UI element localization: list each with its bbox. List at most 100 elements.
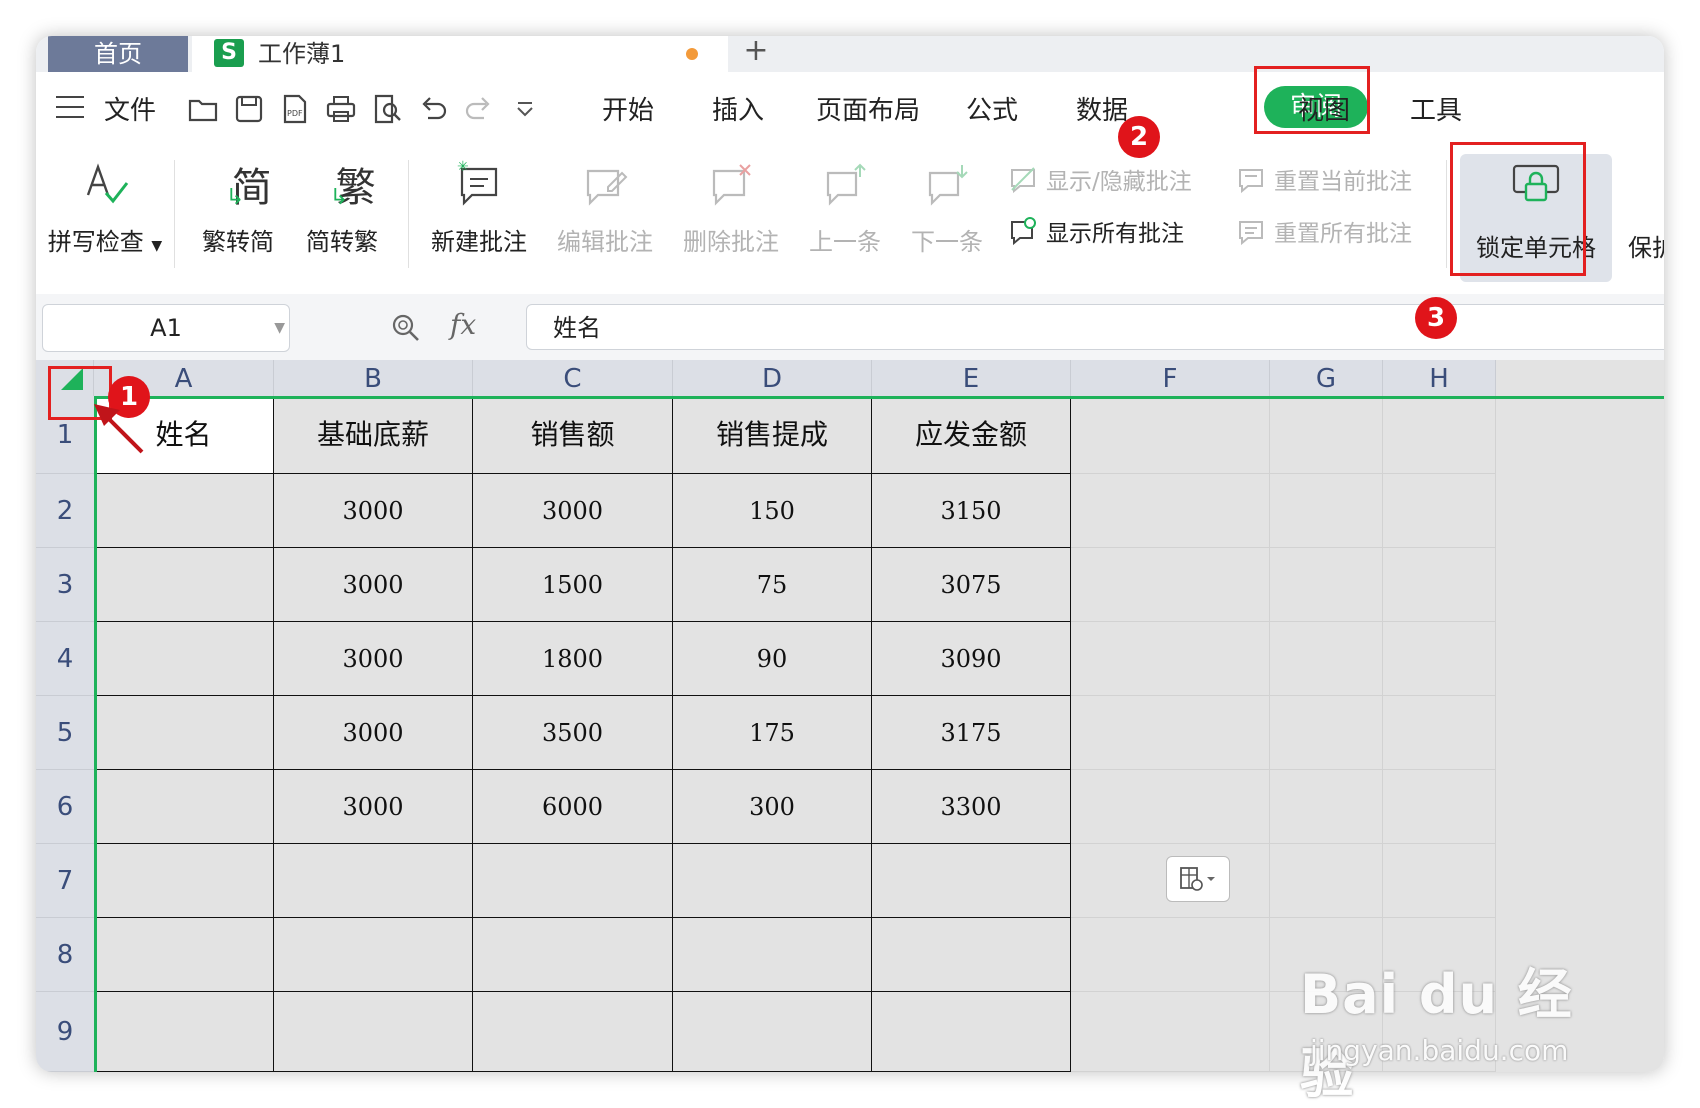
table-cell[interactable] [1270,548,1383,622]
table-cell[interactable]: 6000 [473,770,673,844]
new-tab-button[interactable]: + [736,36,776,72]
formula-input[interactable]: 姓名 [526,304,1664,350]
table-cell[interactable] [1071,770,1270,844]
redo-icon[interactable] [462,92,496,126]
row-header-6[interactable]: 6 [36,770,94,844]
row-header-2[interactable]: 2 [36,474,94,548]
table-cell[interactable] [1071,396,1270,474]
export-pdf-icon[interactable]: PDF [278,92,312,126]
table-cell[interactable] [1071,474,1270,548]
table-header-cell[interactable]: 应发金额 [872,396,1071,474]
table-cell[interactable] [1071,918,1270,992]
menu-tools[interactable]: 工具 [1410,90,1462,127]
name-box[interactable]: A1 ▼ [42,304,290,352]
column-header-b[interactable]: B [274,360,473,396]
table-cell[interactable] [1383,474,1496,548]
row-header-8[interactable]: 8 [36,918,94,992]
table-header-cell[interactable]: 销售额 [473,396,673,474]
table-cell[interactable] [94,918,274,992]
table-cell[interactable]: 150 [673,474,872,548]
row-header-3[interactable]: 3 [36,548,94,622]
save-icon[interactable] [232,92,266,126]
row-header-5[interactable]: 5 [36,696,94,770]
table-cell[interactable]: 1500 [473,548,673,622]
table-cell[interactable]: 3075 [872,548,1071,622]
table-cell[interactable] [872,844,1071,918]
table-cell[interactable] [94,770,274,844]
column-header-c[interactable]: C [473,360,673,396]
column-header-d[interactable]: D [673,360,872,396]
tab-document[interactable]: S 工作薄1 [192,36,728,72]
zoom-lookup-icon[interactable] [390,312,422,348]
insert-function-button[interactable]: fx [450,308,476,341]
row-header-9[interactable]: 9 [36,992,94,1072]
table-cell[interactable] [94,992,274,1072]
quick-access-dropdown-icon[interactable] [508,92,542,126]
table-cell[interactable]: 300 [673,770,872,844]
table-cell[interactable] [473,992,673,1072]
menu-page-layout[interactable]: 页面布局 [816,90,920,127]
table-cell[interactable]: 3000 [473,474,673,548]
name-box-dropdown-icon[interactable]: ▼ [274,305,285,351]
trad-to-simp-button[interactable]: 简 ↳ 繁转简 [188,154,288,257]
table-cell[interactable] [274,844,473,918]
table-cell[interactable] [1270,622,1383,696]
spell-check-button[interactable]: 拼写检查 ▼ [46,154,164,257]
print-icon[interactable] [324,92,358,126]
table-cell[interactable] [1071,992,1270,1072]
menu-formulas[interactable]: 公式 [966,90,1018,127]
undo-icon[interactable] [416,92,450,126]
column-header-h[interactable]: H [1383,360,1496,396]
show-hide-comment-button[interactable]: 显示/隐藏批注 [1008,162,1192,196]
table-cell[interactable]: 3000 [274,474,473,548]
reset-current-comment-button[interactable]: 重置当前批注 [1236,162,1412,196]
next-comment-button[interactable]: 下一条 [900,154,994,257]
table-cell[interactable] [1383,622,1496,696]
table-cell[interactable]: 175 [673,696,872,770]
column-header-e[interactable]: E [872,360,1071,396]
table-cell[interactable]: 1800 [473,622,673,696]
table-cell[interactable]: 3175 [872,696,1071,770]
table-cell[interactable] [1383,696,1496,770]
column-header-f[interactable]: F [1071,360,1270,396]
table-header-cell[interactable]: 基础底薪 [274,396,473,474]
reset-all-comments-button[interactable]: 重置所有批注 [1236,214,1412,248]
show-all-comments-button[interactable]: 显示所有批注 [1008,214,1184,248]
table-cell[interactable]: 3300 [872,770,1071,844]
table-cell[interactable] [1270,770,1383,844]
table-cell[interactable] [94,622,274,696]
table-cell[interactable] [473,918,673,992]
print-preview-icon[interactable] [370,92,404,126]
table-cell[interactable] [94,548,274,622]
protect-button[interactable]: 保护 [1628,228,1664,263]
row-header-4[interactable]: 4 [36,622,94,696]
table-cell[interactable]: 75 [673,548,872,622]
open-folder-icon[interactable] [186,92,220,126]
spell-check-dropdown-icon[interactable]: ▼ [151,238,162,254]
table-cell[interactable] [1071,696,1270,770]
new-comment-button[interactable]: ✳ 新建批注 [420,154,538,257]
menu-data[interactable]: 数据 [1076,90,1128,127]
table-cell[interactable]: 3000 [274,696,473,770]
table-cell[interactable] [1270,474,1383,548]
table-cell[interactable] [1383,396,1496,474]
prev-comment-button[interactable]: 上一条 [798,154,892,257]
table-cell[interactable]: 3150 [872,474,1071,548]
table-cell[interactable] [1270,396,1383,474]
hamburger-menu-icon[interactable] [56,96,84,118]
column-header-g[interactable]: G [1270,360,1383,396]
row-header-7[interactable]: 7 [36,844,94,918]
table-cell[interactable] [872,918,1071,992]
table-cell[interactable] [1383,844,1496,918]
table-header-cell[interactable]: 销售提成 [673,396,872,474]
table-cell[interactable] [1071,622,1270,696]
table-cell[interactable] [274,918,473,992]
table-cell[interactable] [274,992,473,1072]
paste-options-button[interactable] [1166,856,1230,902]
table-cell[interactable] [94,474,274,548]
table-cell[interactable]: 3090 [872,622,1071,696]
table-cell[interactable] [1270,696,1383,770]
table-cell[interactable] [94,844,274,918]
table-cell[interactable]: 3000 [274,622,473,696]
table-cell[interactable] [94,696,274,770]
